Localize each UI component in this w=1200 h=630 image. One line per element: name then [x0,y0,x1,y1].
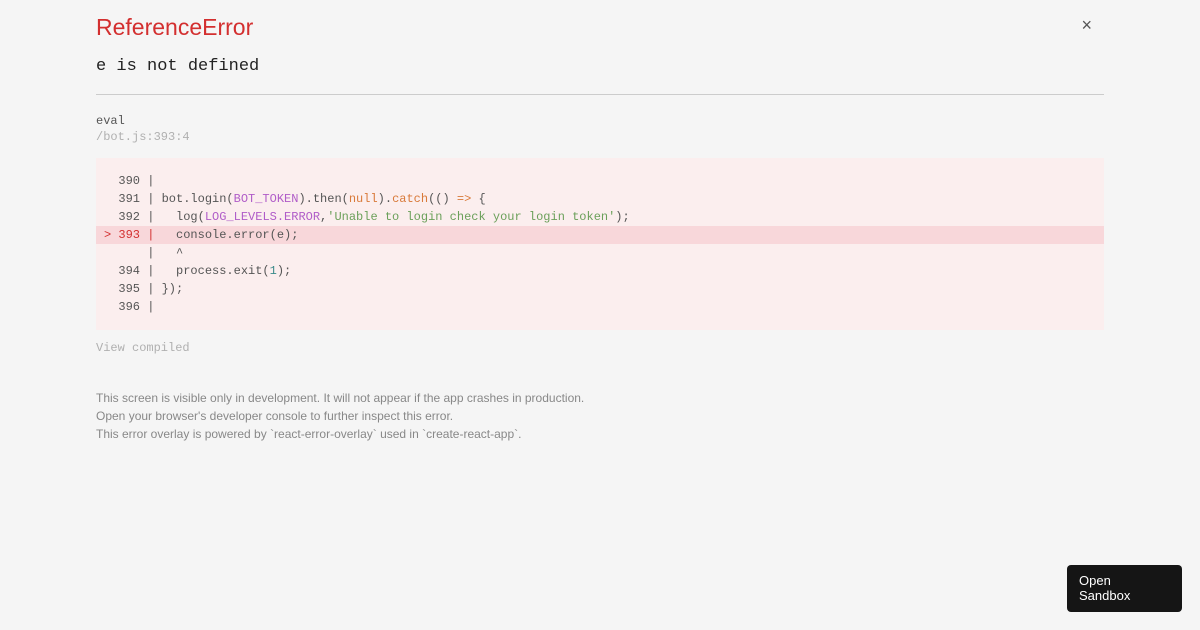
close-button[interactable]: × [1081,16,1092,34]
code-caret-line: | ^ [104,246,183,260]
code-line-390: 390 | [104,174,162,188]
footer-text: This screen is visible only in developme… [96,389,1104,443]
code-line-392: 392 | log(LOG_LEVELS.ERROR,'Unable to lo… [104,210,630,224]
footer-line-1: This screen is visible only in developme… [96,389,1104,407]
stack-location: /bot.js:393:4 [96,130,1104,144]
code-line-395: 395 | }); [104,282,183,296]
error-title: ReferenceError [96,14,1104,41]
view-compiled-link[interactable]: View compiled [96,341,190,355]
code-line-394: 394 | process.exit(1); [104,264,291,278]
open-sandbox-button[interactable]: Open Sandbox [1067,565,1182,612]
sandbox-label-line1: Open [1079,573,1111,588]
code-line-396: 396 | [104,300,162,314]
stack-func: eval [96,113,1104,130]
error-overlay: × ReferenceError e is not defined eval /… [0,0,1200,443]
code-line-391: 391 | bot.login(BOT_TOKEN).then(null).ca… [104,192,486,206]
footer-line-3: This error overlay is powered by `react-… [96,425,1104,443]
code-line-393-highlight: > 393 | console.error(e); [96,226,1104,244]
footer-line-2: Open your browser's developer console to… [96,407,1104,425]
error-message: e is not defined [96,57,1104,76]
sandbox-label-line2: Sandbox [1079,588,1130,603]
divider [96,94,1104,95]
code-block: 390 | 391 | bot.login(BOT_TOKEN).then(nu… [96,158,1104,330]
